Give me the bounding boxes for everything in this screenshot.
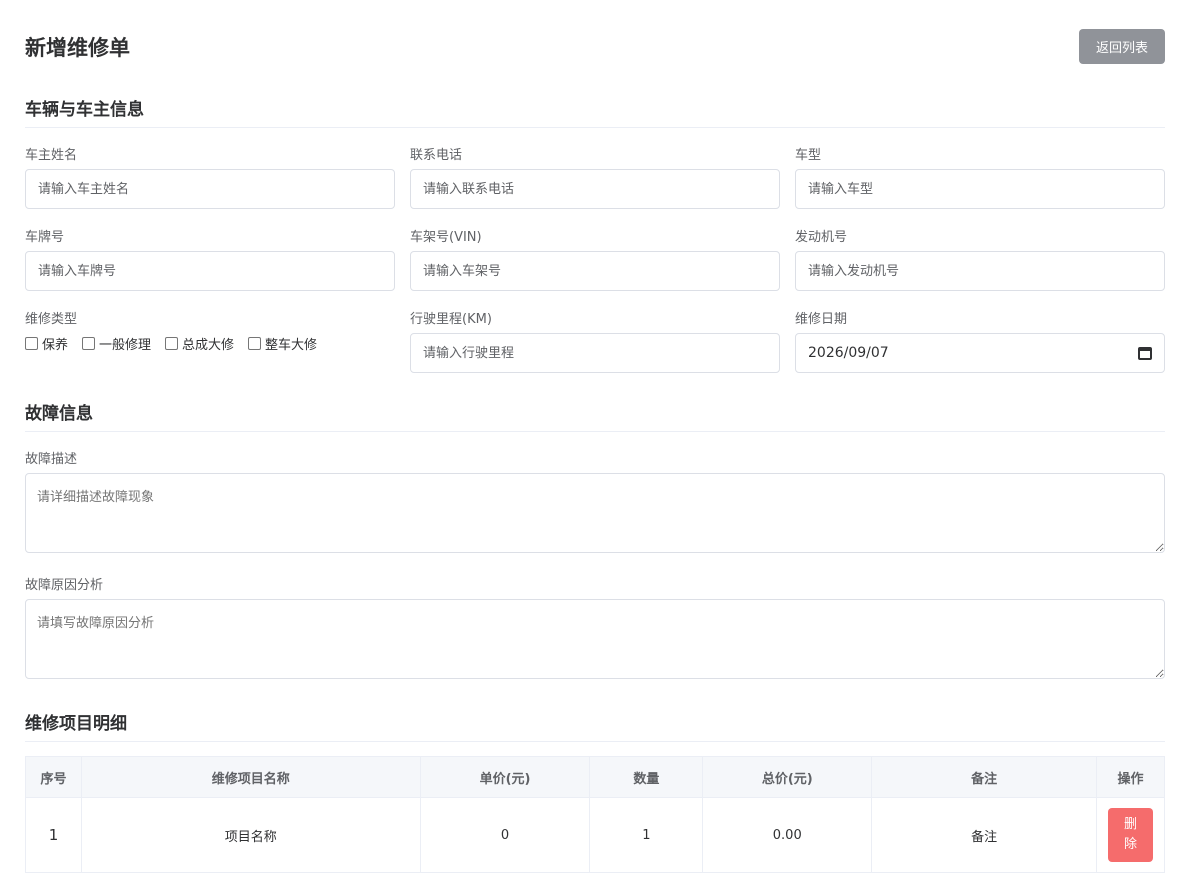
back-to-list-button[interactable]: 返回列表 (1079, 29, 1165, 64)
repair-date-label: 维修日期 (795, 312, 848, 327)
column-header-note: 备注 (871, 756, 1097, 798)
row-index: 1 (25, 797, 82, 873)
repair-date-value: 2026/09/07 (808, 345, 889, 361)
column-header-total: 总价(元) (702, 756, 873, 798)
fault-description-textarea[interactable] (25, 473, 1165, 553)
plate-input[interactable] (25, 251, 395, 291)
repair-date-input[interactable]: 2026/09/07 (795, 333, 1165, 373)
engine-input[interactable] (795, 251, 1165, 291)
table-header-row: 序号 维修项目名称 单价(元) 数量 总价(元) 备注 操作 (25, 756, 1166, 798)
owner-name-input[interactable] (25, 169, 395, 209)
section-title-vehicle: 车辆与车主信息 (25, 95, 1165, 128)
row-unit-price[interactable]: 0 (419, 797, 591, 873)
phone-label: 联系电话 (410, 148, 463, 163)
row-total: 0.00 (702, 797, 873, 873)
column-header-quantity: 数量 (589, 756, 704, 798)
engine-label: 发动机号 (795, 230, 848, 245)
owner-name-label: 车主姓名 (25, 148, 78, 163)
mileage-input[interactable] (410, 333, 780, 373)
checkbox[interactable] (165, 337, 179, 350)
repair-type-label: 维修类型 (25, 312, 78, 327)
vin-input[interactable] (410, 251, 780, 291)
repair-items-table: 序号 维修项目名称 单价(元) 数量 总价(元) 备注 操作 1 项目名称 0 … (25, 756, 1166, 873)
repair-type-option-general[interactable]: 一般修理 (82, 334, 151, 353)
repair-type-option-maintenance[interactable]: 保养 (25, 334, 68, 353)
repair-type-options: 保养 一般修理 总成大修 整车大修 (25, 334, 317, 353)
checkbox[interactable] (248, 337, 262, 350)
column-header-unit-price: 单价(元) (419, 756, 591, 798)
vin-label: 车架号(VIN) (410, 230, 482, 245)
mileage-label: 行驶里程(KM) (410, 312, 492, 327)
model-label: 车型 (795, 148, 822, 163)
checkbox[interactable] (25, 337, 38, 350)
row-item-name[interactable]: 项目名称 (80, 797, 421, 873)
model-input[interactable] (795, 169, 1165, 209)
column-header-action: 操作 (1095, 756, 1166, 798)
plate-label: 车牌号 (25, 230, 65, 245)
calendar-icon[interactable] (1138, 346, 1152, 360)
checkbox[interactable] (82, 337, 96, 350)
row-note[interactable]: 备注 (871, 797, 1097, 873)
table-row: 1 项目名称 0 1 0.00 备注 删除 (25, 797, 1166, 873)
column-header-name: 维修项目名称 (80, 756, 421, 798)
repair-type-option-assembly[interactable]: 总成大修 (165, 334, 234, 353)
repair-type-option-overhaul[interactable]: 整车大修 (248, 334, 317, 353)
section-title-items: 维修项目明细 (25, 709, 1165, 742)
fault-cause-label: 故障原因分析 (25, 578, 104, 593)
page-title: 新增维修单 (25, 36, 130, 60)
page-header: 新增维修单 返回列表 (25, 28, 1165, 64)
delete-row-button[interactable]: 删除 (1107, 808, 1153, 862)
phone-input[interactable] (410, 169, 780, 209)
fault-cause-textarea[interactable] (25, 599, 1165, 679)
row-quantity[interactable]: 1 (589, 797, 704, 873)
column-header-index: 序号 (25, 756, 82, 798)
section-title-fault: 故障信息 (25, 399, 1165, 432)
row-action-cell: 删除 (1095, 797, 1166, 873)
fault-description-label: 故障描述 (25, 452, 78, 467)
